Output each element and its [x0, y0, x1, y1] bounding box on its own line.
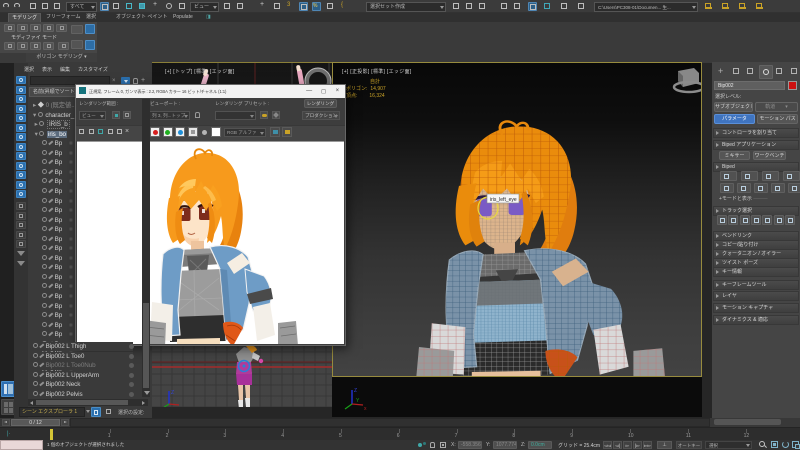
svg-text:Z: Z — [171, 390, 174, 396]
svg-text:Z: Z — [354, 388, 357, 394]
svg-text:x: x — [364, 406, 367, 412]
svg-text:Y: Y — [356, 398, 360, 404]
svg-text:iris_left_eye: iris_left_eye — [490, 197, 517, 203]
